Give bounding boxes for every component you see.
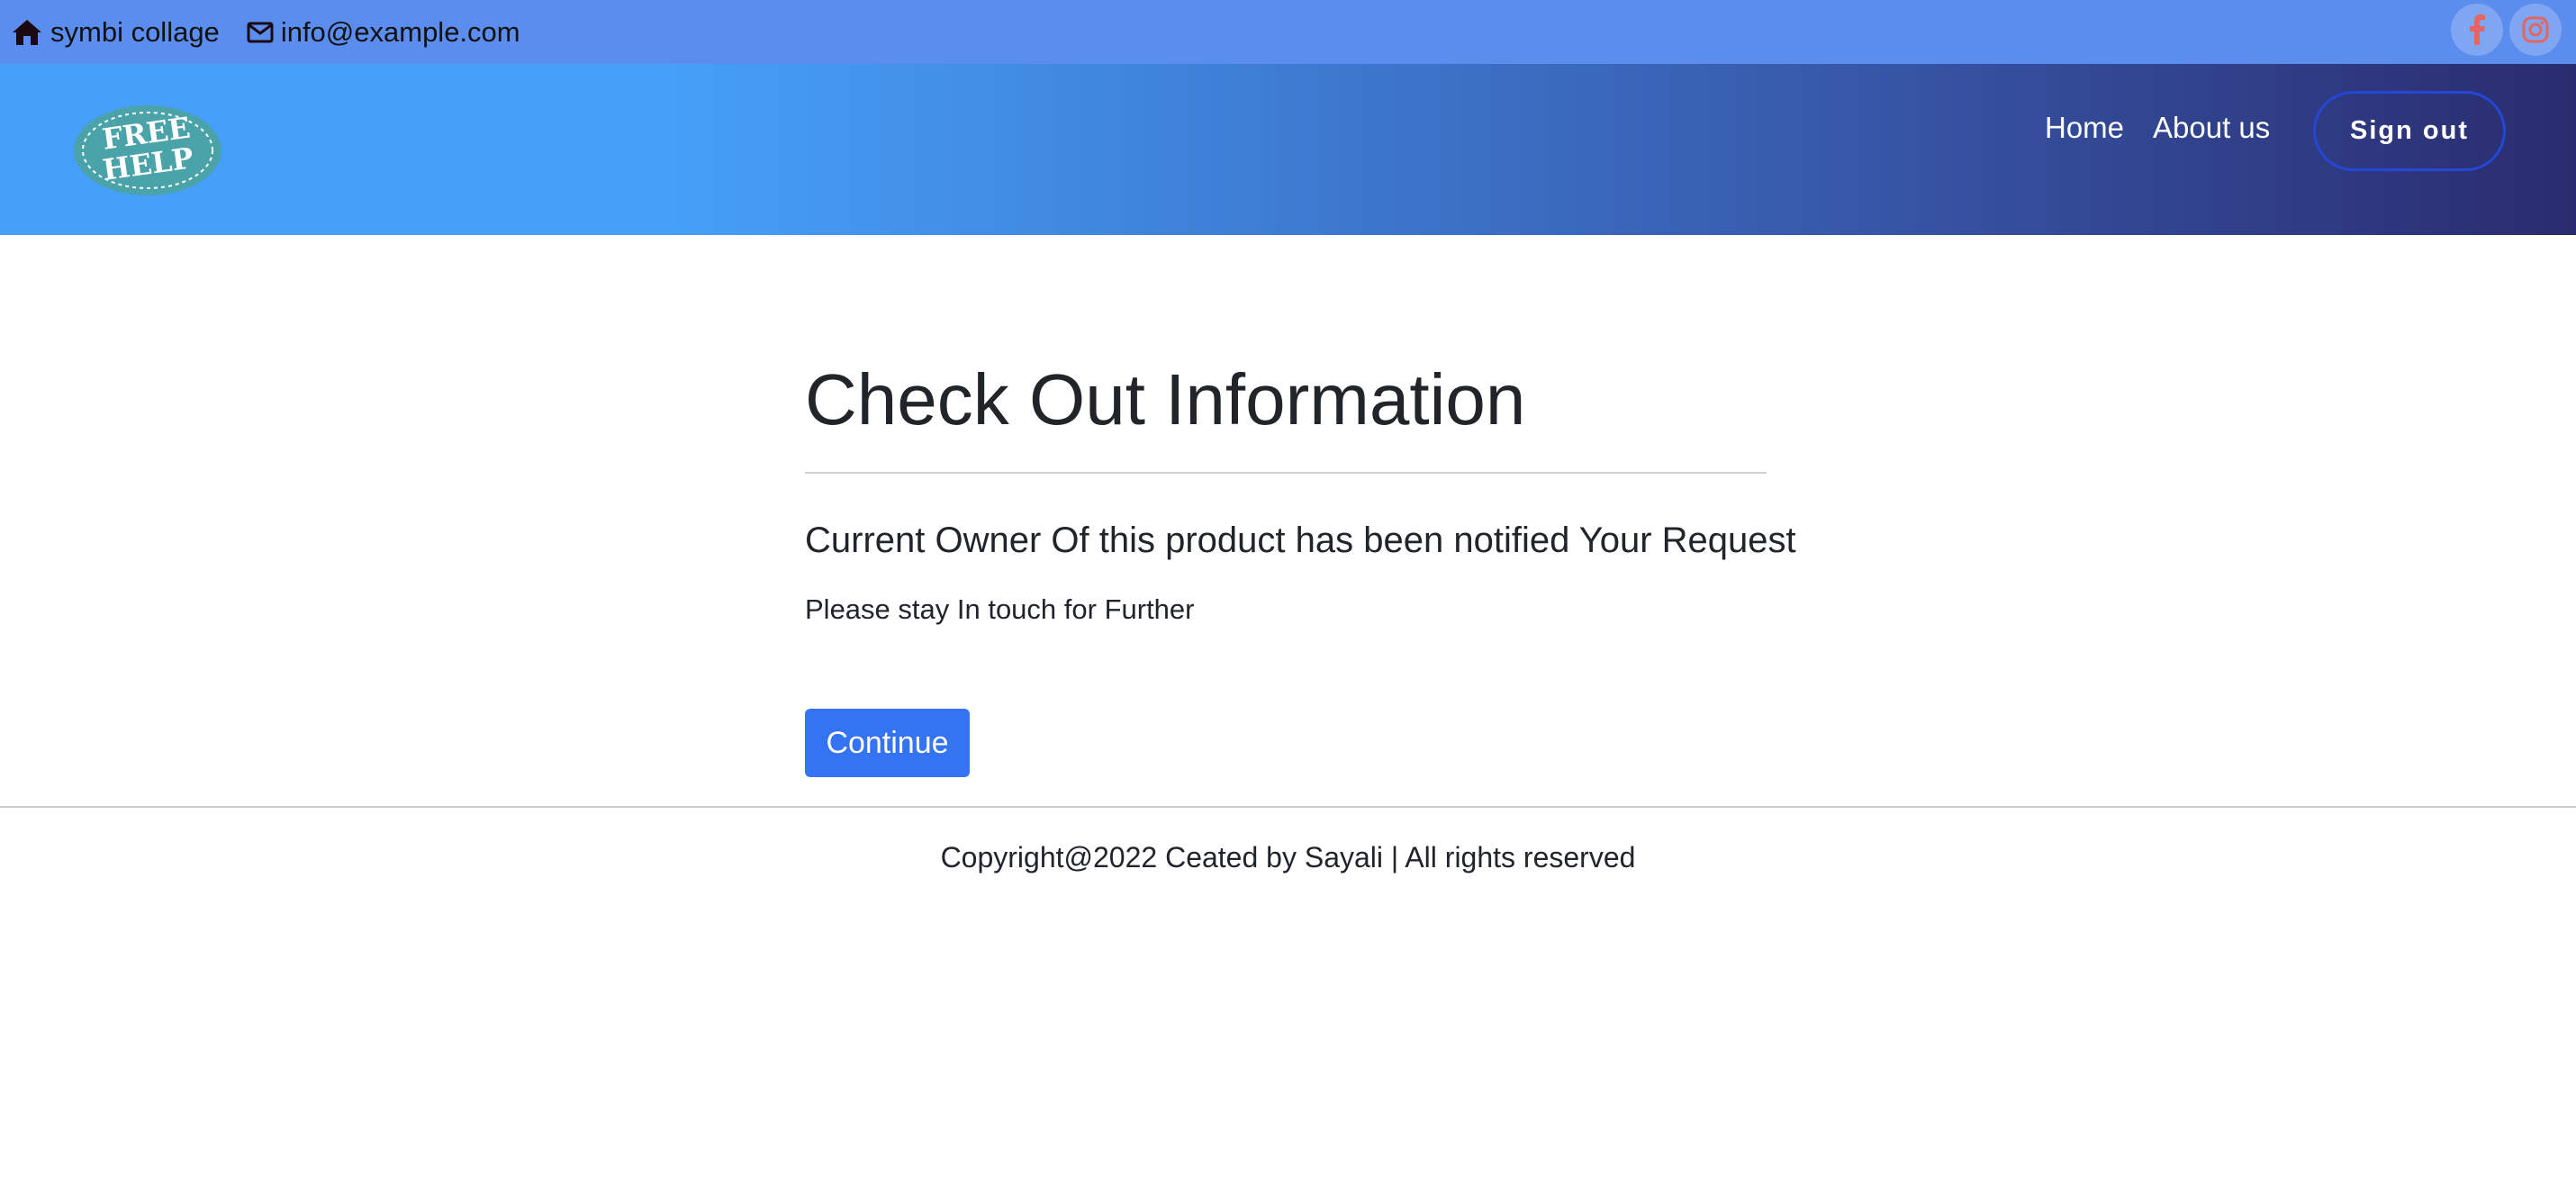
page-title: Check Out Information (805, 359, 1526, 439)
instagram-link[interactable] (2509, 4, 2562, 56)
nav-about-us[interactable]: About us (2153, 111, 2270, 145)
title-divider (805, 472, 1767, 474)
sign-out-button[interactable]: Sign out (2313, 91, 2506, 171)
email-item[interactable]: info@example.com (247, 16, 520, 49)
nav-home[interactable]: Home (2045, 111, 2124, 145)
free-help-logo[interactable]: FREE HELP (72, 104, 223, 197)
home-icon (13, 19, 41, 45)
address-item: symbi collage (11, 16, 220, 49)
continue-button[interactable]: Continue (805, 709, 970, 777)
facebook-link[interactable] (2451, 4, 2503, 56)
stay-in-touch-note: Please stay In touch for Further (805, 593, 1195, 625)
envelope-icon (247, 22, 274, 42)
footer-divider (0, 806, 2576, 808)
address-text: symbi collage (50, 15, 220, 48)
footer-copyright: Copyright@2022 Ceated by Sayali | All ri… (940, 841, 1636, 874)
top-info-bar: symbi collage info@example.com (0, 0, 2576, 64)
navbar: FREE HELP Home About us Sign out (0, 64, 2576, 235)
facebook-icon (2470, 14, 2485, 45)
checkout-info-section: Check Out Information Current Owner Of t… (805, 359, 1796, 777)
instagram-icon (2522, 16, 2549, 43)
email-text[interactable]: info@example.com (281, 16, 520, 49)
notification-message: Current Owner Of this product has been n… (805, 521, 1796, 560)
